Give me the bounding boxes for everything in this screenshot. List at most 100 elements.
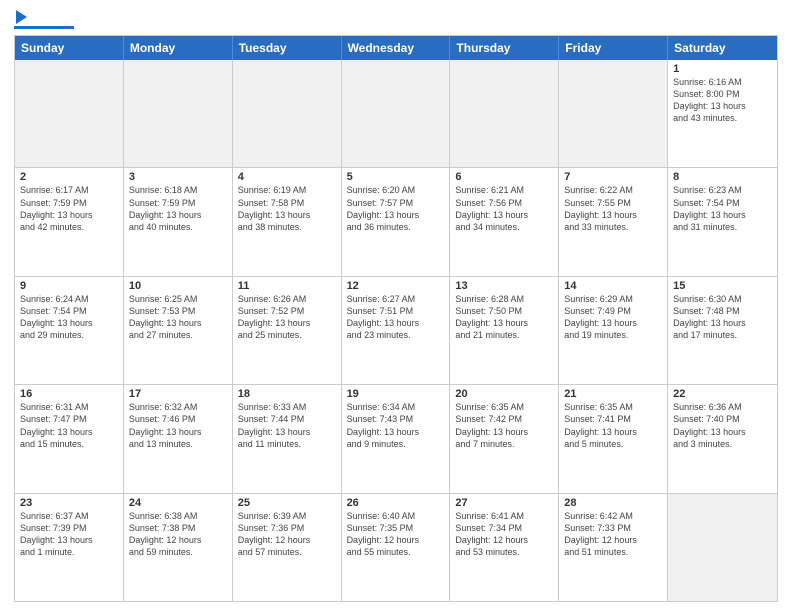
cell-info: Sunrise: 6:33 AM Sunset: 7:44 PM Dayligh… — [238, 401, 336, 450]
calendar-cell: 9Sunrise: 6:24 AM Sunset: 7:54 PM Daylig… — [15, 277, 124, 384]
calendar-cell: 25Sunrise: 6:39 AM Sunset: 7:36 PM Dayli… — [233, 494, 342, 601]
header — [14, 10, 778, 29]
day-number: 19 — [347, 388, 445, 400]
day-number: 7 — [564, 171, 662, 183]
cell-info: Sunrise: 6:20 AM Sunset: 7:57 PM Dayligh… — [347, 184, 445, 233]
header-cell-tuesday: Tuesday — [233, 36, 342, 60]
day-number: 14 — [564, 280, 662, 292]
calendar-cell: 16Sunrise: 6:31 AM Sunset: 7:47 PM Dayli… — [15, 385, 124, 492]
cell-info: Sunrise: 6:39 AM Sunset: 7:36 PM Dayligh… — [238, 510, 336, 559]
day-number: 27 — [455, 497, 553, 509]
header-cell-thursday: Thursday — [450, 36, 559, 60]
calendar-row-1: 1Sunrise: 6:16 AM Sunset: 8:00 PM Daylig… — [15, 60, 777, 167]
cell-info: Sunrise: 6:19 AM Sunset: 7:58 PM Dayligh… — [238, 184, 336, 233]
calendar-cell — [668, 494, 777, 601]
calendar-cell — [559, 60, 668, 167]
cell-info: Sunrise: 6:32 AM Sunset: 7:46 PM Dayligh… — [129, 401, 227, 450]
day-number: 24 — [129, 497, 227, 509]
calendar-cell: 12Sunrise: 6:27 AM Sunset: 7:51 PM Dayli… — [342, 277, 451, 384]
page: SundayMondayTuesdayWednesdayThursdayFrid… — [0, 0, 792, 612]
day-number: 4 — [238, 171, 336, 183]
cell-info: Sunrise: 6:25 AM Sunset: 7:53 PM Dayligh… — [129, 293, 227, 342]
calendar-cell: 20Sunrise: 6:35 AM Sunset: 7:42 PM Dayli… — [450, 385, 559, 492]
cell-info: Sunrise: 6:34 AM Sunset: 7:43 PM Dayligh… — [347, 401, 445, 450]
day-number: 15 — [673, 280, 772, 292]
calendar-cell: 10Sunrise: 6:25 AM Sunset: 7:53 PM Dayli… — [124, 277, 233, 384]
cell-info: Sunrise: 6:42 AM Sunset: 7:33 PM Dayligh… — [564, 510, 662, 559]
day-number: 11 — [238, 280, 336, 292]
calendar-cell: 21Sunrise: 6:35 AM Sunset: 7:41 PM Dayli… — [559, 385, 668, 492]
calendar-body: 1Sunrise: 6:16 AM Sunset: 8:00 PM Daylig… — [15, 60, 777, 601]
cell-info: Sunrise: 6:31 AM Sunset: 7:47 PM Dayligh… — [20, 401, 118, 450]
calendar-cell — [342, 60, 451, 167]
calendar-cell: 15Sunrise: 6:30 AM Sunset: 7:48 PM Dayli… — [668, 277, 777, 384]
calendar-row-3: 9Sunrise: 6:24 AM Sunset: 7:54 PM Daylig… — [15, 276, 777, 384]
calendar-cell: 4Sunrise: 6:19 AM Sunset: 7:58 PM Daylig… — [233, 168, 342, 275]
day-number: 21 — [564, 388, 662, 400]
day-number: 25 — [238, 497, 336, 509]
calendar-cell: 11Sunrise: 6:26 AM Sunset: 7:52 PM Dayli… — [233, 277, 342, 384]
calendar-cell: 14Sunrise: 6:29 AM Sunset: 7:49 PM Dayli… — [559, 277, 668, 384]
cell-info: Sunrise: 6:27 AM Sunset: 7:51 PM Dayligh… — [347, 293, 445, 342]
day-number: 20 — [455, 388, 553, 400]
day-number: 22 — [673, 388, 772, 400]
calendar-cell — [15, 60, 124, 167]
calendar-cell: 27Sunrise: 6:41 AM Sunset: 7:34 PM Dayli… — [450, 494, 559, 601]
day-number: 9 — [20, 280, 118, 292]
day-number: 17 — [129, 388, 227, 400]
calendar-cell: 24Sunrise: 6:38 AM Sunset: 7:38 PM Dayli… — [124, 494, 233, 601]
day-number: 2 — [20, 171, 118, 183]
header-cell-wednesday: Wednesday — [342, 36, 451, 60]
cell-info: Sunrise: 6:35 AM Sunset: 7:42 PM Dayligh… — [455, 401, 553, 450]
calendar-cell: 17Sunrise: 6:32 AM Sunset: 7:46 PM Dayli… — [124, 385, 233, 492]
cell-info: Sunrise: 6:16 AM Sunset: 8:00 PM Dayligh… — [673, 76, 772, 125]
cell-info: Sunrise: 6:37 AM Sunset: 7:39 PM Dayligh… — [20, 510, 118, 559]
logo-underline — [14, 26, 74, 29]
calendar-cell: 1Sunrise: 6:16 AM Sunset: 8:00 PM Daylig… — [668, 60, 777, 167]
cell-info: Sunrise: 6:17 AM Sunset: 7:59 PM Dayligh… — [20, 184, 118, 233]
day-number: 10 — [129, 280, 227, 292]
day-number: 16 — [20, 388, 118, 400]
day-number: 1 — [673, 63, 772, 75]
calendar-cell: 6Sunrise: 6:21 AM Sunset: 7:56 PM Daylig… — [450, 168, 559, 275]
cell-info: Sunrise: 6:21 AM Sunset: 7:56 PM Dayligh… — [455, 184, 553, 233]
cell-info: Sunrise: 6:35 AM Sunset: 7:41 PM Dayligh… — [564, 401, 662, 450]
calendar-cell: 26Sunrise: 6:40 AM Sunset: 7:35 PM Dayli… — [342, 494, 451, 601]
calendar-cell: 22Sunrise: 6:36 AM Sunset: 7:40 PM Dayli… — [668, 385, 777, 492]
calendar-cell: 13Sunrise: 6:28 AM Sunset: 7:50 PM Dayli… — [450, 277, 559, 384]
cell-info: Sunrise: 6:40 AM Sunset: 7:35 PM Dayligh… — [347, 510, 445, 559]
cell-info: Sunrise: 6:30 AM Sunset: 7:48 PM Dayligh… — [673, 293, 772, 342]
calendar-header-row: SundayMondayTuesdayWednesdayThursdayFrid… — [15, 36, 777, 60]
calendar-cell: 2Sunrise: 6:17 AM Sunset: 7:59 PM Daylig… — [15, 168, 124, 275]
cell-info: Sunrise: 6:22 AM Sunset: 7:55 PM Dayligh… — [564, 184, 662, 233]
calendar-cell: 18Sunrise: 6:33 AM Sunset: 7:44 PM Dayli… — [233, 385, 342, 492]
day-number: 28 — [564, 497, 662, 509]
day-number: 12 — [347, 280, 445, 292]
calendar-cell: 23Sunrise: 6:37 AM Sunset: 7:39 PM Dayli… — [15, 494, 124, 601]
header-cell-friday: Friday — [559, 36, 668, 60]
logo-arrow-icon — [16, 10, 27, 24]
cell-info: Sunrise: 6:28 AM Sunset: 7:50 PM Dayligh… — [455, 293, 553, 342]
calendar-cell — [124, 60, 233, 167]
day-number: 23 — [20, 497, 118, 509]
calendar-row-4: 16Sunrise: 6:31 AM Sunset: 7:47 PM Dayli… — [15, 384, 777, 492]
day-number: 13 — [455, 280, 553, 292]
day-number: 6 — [455, 171, 553, 183]
calendar-cell: 8Sunrise: 6:23 AM Sunset: 7:54 PM Daylig… — [668, 168, 777, 275]
cell-info: Sunrise: 6:41 AM Sunset: 7:34 PM Dayligh… — [455, 510, 553, 559]
header-cell-sunday: Sunday — [15, 36, 124, 60]
calendar-cell: 3Sunrise: 6:18 AM Sunset: 7:59 PM Daylig… — [124, 168, 233, 275]
cell-info: Sunrise: 6:23 AM Sunset: 7:54 PM Dayligh… — [673, 184, 772, 233]
calendar: SundayMondayTuesdayWednesdayThursdayFrid… — [14, 35, 778, 602]
day-number: 8 — [673, 171, 772, 183]
calendar-cell: 19Sunrise: 6:34 AM Sunset: 7:43 PM Dayli… — [342, 385, 451, 492]
cell-info: Sunrise: 6:18 AM Sunset: 7:59 PM Dayligh… — [129, 184, 227, 233]
logo — [14, 10, 74, 29]
calendar-cell — [233, 60, 342, 167]
day-number: 5 — [347, 171, 445, 183]
calendar-cell: 5Sunrise: 6:20 AM Sunset: 7:57 PM Daylig… — [342, 168, 451, 275]
calendar-row-5: 23Sunrise: 6:37 AM Sunset: 7:39 PM Dayli… — [15, 493, 777, 601]
header-cell-monday: Monday — [124, 36, 233, 60]
day-number: 3 — [129, 171, 227, 183]
cell-info: Sunrise: 6:38 AM Sunset: 7:38 PM Dayligh… — [129, 510, 227, 559]
